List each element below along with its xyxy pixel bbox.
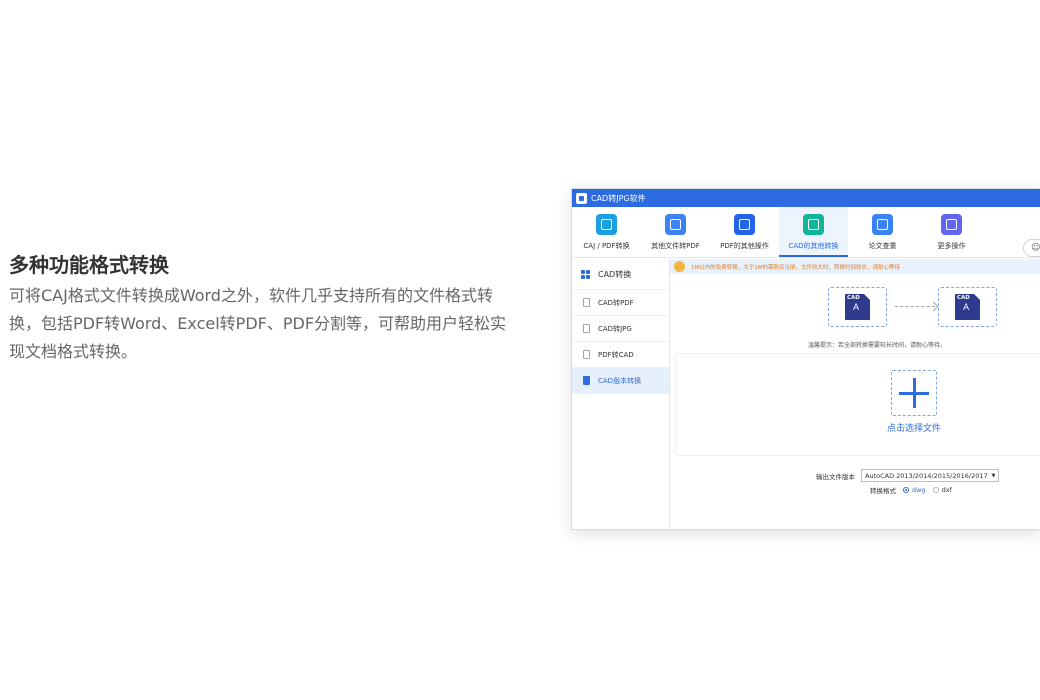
chevron-down-icon: ▼ — [991, 472, 996, 479]
file-drop-zone[interactable]: 点击选择文件 — [675, 353, 1040, 456]
tab-label: CAD的其他转换 — [788, 242, 839, 250]
add-file-button[interactable] — [891, 370, 937, 416]
tab-label: 论文查重 — [868, 242, 897, 250]
target-file-box: CAD A — [938, 287, 997, 327]
format-option-dxf[interactable]: dxf — [942, 486, 952, 494]
tab-label: 更多操作 — [937, 242, 966, 250]
tip-text: 温馨提示：若全部转换需要较长时间，请耐心等待。 — [808, 342, 947, 349]
output-version-label: 输出文件版本 — [816, 472, 855, 481]
feature-title: 多种功能格式转换 — [9, 253, 169, 277]
conversion-flow-illustration: CAD A CAD A — [828, 287, 1003, 329]
source-file-glyph: A — [853, 303, 860, 313]
image-file-icon — [583, 324, 590, 333]
tab-paper-check[interactable]: 论文查重 — [848, 207, 917, 257]
notice-icon — [674, 261, 685, 272]
source-file-box: CAD A — [828, 287, 887, 327]
cad-version-icon — [583, 376, 590, 385]
format-radio-dxf[interactable] — [932, 487, 939, 493]
pdf-file-icon — [583, 298, 590, 307]
output-version-select[interactable]: AutoCAD 2013/2014/2015/2016/2017 ▼ — [861, 469, 1000, 482]
output-version-row: 输出文件版本 AutoCAD 2013/2014/2015/2016/2017 … — [816, 469, 1000, 482]
tab-label: 其他文件转PDF — [651, 242, 700, 250]
tab-more-ops[interactable]: 更多操作 — [917, 207, 986, 257]
gear-icon — [941, 214, 962, 235]
window-title: CAD转JPG软件 — [591, 193, 646, 203]
tab-label: CAJ / PDF转换 — [583, 242, 630, 250]
format-label: 转换格式 — [870, 487, 896, 495]
notice-text: 1M以内的免费转换，大于1M的需购买注册，文件较大时，转换时间较长，请耐心等待 — [691, 264, 900, 271]
sidebar-item-pdf-to-cad[interactable]: PDF转CAD — [572, 342, 669, 368]
sidebar-item-cad-to-jpg[interactable]: CAD转JPG — [572, 316, 669, 342]
select-file-link[interactable]: 点击选择文件 — [887, 421, 941, 434]
target-file-tag: CAD — [957, 295, 970, 301]
arrow-right-icon — [895, 306, 935, 307]
window-titlebar: CAD转JPG软件 — [572, 189, 1040, 207]
format-option-dwg[interactable]: dwg — [912, 486, 926, 494]
pdf-convert-icon — [596, 214, 617, 235]
app-window-screenshot: CAD转JPG软件 CAJ / PDF转换 其他文件转PDF PDF的其他操作 … — [571, 188, 1040, 530]
format-row: 转换格式 dwg dxf — [870, 485, 952, 495]
format-radio-dwg[interactable] — [903, 487, 909, 493]
folder-icon — [665, 214, 686, 235]
sidebar-item-label: CAD转JPG — [598, 324, 632, 333]
sidebar: CAD转换 CAD转PDF CAD转JPG PDF转CAD CAD版本转换 — [572, 259, 670, 529]
search-icon — [872, 214, 893, 235]
tab-label: PDF的其他操作 — [720, 242, 769, 250]
main-toolbar: CAJ / PDF转换 其他文件转PDF PDF的其他操作 CAD的其他转换 论… — [572, 207, 1040, 258]
sidebar-item-label: CAD转PDF — [598, 298, 634, 307]
cad-file-icon: CAD A — [845, 294, 870, 320]
user-icon: ☺ — [1031, 243, 1040, 253]
user-account-button[interactable]: ☺ — [1023, 239, 1040, 257]
grid-icon — [581, 269, 590, 279]
refresh-icon — [734, 214, 755, 235]
feature-description: 可将CAJ格式文件转换成Word之外，软件几乎支持所有的文件格式转换，包括PDF… — [9, 286, 507, 361]
tab-other-to-pdf[interactable]: 其他文件转PDF — [641, 207, 710, 257]
cad-file-icon: CAD A — [955, 294, 980, 320]
output-version-value: AutoCAD 2013/2014/2015/2016/2017 — [865, 471, 988, 480]
sidebar-item-cad-to-pdf[interactable]: CAD转PDF — [572, 290, 669, 316]
sidebar-item-label: CAD版本转换 — [598, 376, 642, 385]
sidebar-item-cad-version-convert[interactable]: CAD版本转换 — [572, 368, 669, 394]
tab-cad-other-convert[interactable]: CAD的其他转换 — [779, 207, 848, 257]
cad-image-icon — [803, 214, 824, 235]
notice-bar: 1M以内的免费转换，大于1M的需购买注册，文件较大时，转换时间较长，请耐心等待 — [670, 259, 1040, 274]
pdf-file-icon — [583, 350, 590, 359]
sidebar-item-label: CAD转换 — [598, 269, 632, 279]
source-file-tag: CAD — [847, 295, 860, 301]
tab-pdf-other-ops[interactable]: PDF的其他操作 — [710, 207, 779, 257]
main-panel: 1M以内的免费转换，大于1M的需购买注册，文件较大时，转换时间较长，请耐心等待 … — [670, 259, 1040, 529]
app-logo-icon — [576, 192, 587, 204]
target-file-glyph: A — [963, 303, 970, 313]
sidebar-item-label: PDF转CAD — [598, 350, 634, 359]
tab-caj-pdf-convert[interactable]: CAJ / PDF转换 — [572, 207, 641, 257]
plus-icon-vertical — [913, 378, 916, 408]
sidebar-item-cad-convert[interactable]: CAD转换 — [572, 259, 669, 290]
